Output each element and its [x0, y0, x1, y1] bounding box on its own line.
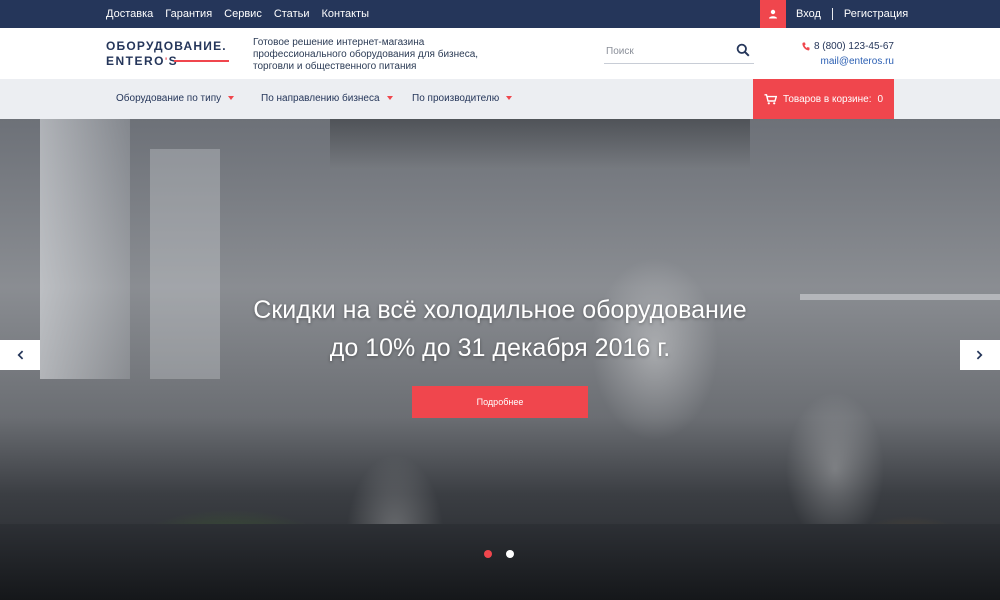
- category-by-type-label: Оборудование по типу: [116, 93, 222, 104]
- logo-underline: [174, 60, 229, 62]
- email-link[interactable]: mail@enteros.ru: [802, 55, 894, 68]
- topnav-warranty[interactable]: Гарантия: [165, 0, 212, 28]
- auth-links: Вход Регистрация: [796, 0, 908, 28]
- auth-divider: [831, 8, 833, 20]
- logo-brand: ENTERO: [106, 54, 166, 68]
- site-tagline: Готовое решение интернет-магазина профес…: [253, 37, 479, 72]
- category-by-business-label: По направлению бизнеса: [261, 93, 380, 104]
- logo-line1: ОБОРУДОВАНИЕ.: [106, 39, 227, 53]
- top-bar: Доставка Гарантия Сервис Статьи Контакты…: [0, 0, 1000, 28]
- topnav-contacts[interactable]: Контакты: [321, 0, 369, 28]
- contacts: 8 (800) 123-45-67 mail@enteros.ru: [802, 40, 894, 68]
- user-icon: [769, 9, 777, 19]
- cart-icon: [764, 93, 777, 105]
- top-nav: Доставка Гарантия Сервис Статьи Контакты: [106, 0, 381, 28]
- caret-down-icon: [228, 96, 235, 101]
- search-input[interactable]: [606, 42, 726, 60]
- search-icon[interactable]: [736, 43, 750, 57]
- user-button[interactable]: [760, 0, 786, 28]
- site-header: ОБОРУДОВАНИЕ. ENTERO'S Готовое решение и…: [0, 28, 1000, 79]
- cart-button[interactable]: Товаров в корзине: 0: [753, 79, 894, 119]
- chevron-left-icon: [17, 350, 24, 360]
- topnav-delivery[interactable]: Доставка: [106, 0, 153, 28]
- hero-bg-counter: [0, 524, 1000, 600]
- hero-bg-window: [40, 119, 130, 379]
- slider-next-button[interactable]: [960, 340, 1000, 370]
- hero-title-line1: Скидки на всё холодильное оборудование: [253, 296, 747, 324]
- category-by-manufacturer-label: По производителю: [412, 93, 500, 104]
- hero-title: Скидки на всё холодильное оборудование д…: [150, 291, 850, 367]
- category-by-type[interactable]: Оборудование по типу: [116, 79, 235, 119]
- hero-slider: Скидки на всё холодильное оборудование д…: [0, 119, 1000, 600]
- hero-bg-hood: [330, 119, 750, 169]
- chevron-right-icon: [976, 350, 983, 360]
- slider-dot-2[interactable]: [506, 550, 514, 558]
- cart-label: Товаров в корзине:: [783, 93, 872, 105]
- caret-down-icon: [386, 96, 393, 101]
- caret-down-icon: [506, 96, 513, 101]
- phone-number[interactable]: 8 (800) 123-45-67: [814, 41, 894, 52]
- login-link[interactable]: Вход: [796, 8, 821, 20]
- phone-line: 8 (800) 123-45-67: [802, 40, 894, 53]
- category-by-manufacturer[interactable]: По производителю: [412, 79, 513, 119]
- hero-title-line2: до 10% до 31 декабря 2016 г.: [329, 334, 671, 362]
- hero-more-button[interactable]: Подробнее: [412, 386, 588, 418]
- phone-icon: [802, 42, 810, 51]
- slider-dots: [484, 550, 514, 558]
- logo[interactable]: ОБОРУДОВАНИЕ. ENTERO'S: [106, 39, 229, 68]
- slider-dot-1[interactable]: [484, 550, 492, 558]
- register-link[interactable]: Регистрация: [844, 8, 908, 20]
- search-box: [604, 39, 754, 64]
- slider-prev-button[interactable]: [0, 340, 40, 370]
- category-by-business[interactable]: По направлению бизнеса: [261, 79, 393, 119]
- topnav-service[interactable]: Сервис: [224, 0, 262, 28]
- topnav-articles[interactable]: Статьи: [274, 0, 310, 28]
- cart-count: 0: [877, 93, 884, 105]
